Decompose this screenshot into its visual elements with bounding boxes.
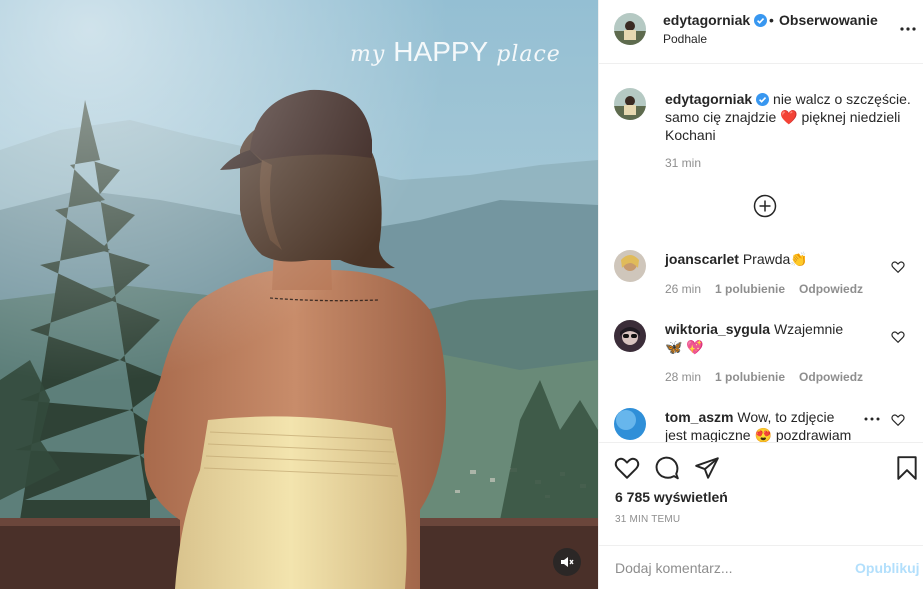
post-details-panel: edytagorniak • Obserwowanie Podhale edyt… xyxy=(598,0,923,589)
comment-time[interactable]: 26 min xyxy=(665,282,701,296)
author-username-text[interactable]: edytagorniak xyxy=(663,12,750,28)
bookmark-icon[interactable] xyxy=(894,455,920,481)
comment-text: wiktoria_sygula Wzajemnie 🦋 💖 xyxy=(665,320,855,356)
post-timestamp[interactable]: 31 MIN TEMU xyxy=(615,514,680,525)
comment-meta: 26 min 1 polubienie Odpowiedz xyxy=(665,282,863,296)
comment-body: Prawda xyxy=(742,251,791,267)
heart-icon[interactable] xyxy=(891,413,905,427)
commenter-avatar[interactable] xyxy=(614,250,646,282)
comment-composer: Opublikuj xyxy=(599,545,923,589)
comment-icon[interactable] xyxy=(654,455,680,481)
commenter-avatar[interactable] xyxy=(614,320,646,352)
views-count[interactable]: 6 785 wyświetleń xyxy=(615,489,728,505)
caption-text: edytagorniak nie walcz o szczęście. samo… xyxy=(665,90,915,144)
comments-list[interactable]: edytagorniak nie walcz o szczęście. samo… xyxy=(599,64,923,442)
publish-button[interactable]: Opublikuj xyxy=(855,560,920,576)
comment-input[interactable] xyxy=(615,558,845,578)
heart-icon[interactable] xyxy=(614,455,640,481)
follow-separator: • xyxy=(769,12,774,28)
post-header: edytagorniak • Obserwowanie Podhale xyxy=(599,0,923,64)
comment-options-icon[interactable] xyxy=(864,416,880,422)
author-username[interactable]: edytagorniak xyxy=(663,12,768,28)
post-media[interactable]: my HAPPY place xyxy=(0,0,598,589)
comment-likes[interactable]: 1 polubienie xyxy=(715,282,785,296)
comment-username[interactable]: joanscarlet xyxy=(665,251,739,267)
post-actions: 6 785 wyświetleń 31 MIN TEMU Opublikuj xyxy=(599,442,923,589)
heart-icon[interactable] xyxy=(891,330,905,344)
sparkling-heart-emoji: 💖 xyxy=(686,339,704,355)
butterfly-emoji: 🦋 xyxy=(665,339,683,355)
verified-badge-icon xyxy=(754,14,768,27)
comment-meta: 28 min 1 polubienie Odpowiedz xyxy=(665,370,863,384)
overlay-main: HAPPY xyxy=(393,36,489,67)
commenter-avatar[interactable] xyxy=(614,408,646,440)
heart-emoji: ❤️ xyxy=(780,109,798,125)
heart-icon[interactable] xyxy=(891,260,905,274)
clapping-emoji: 👏 xyxy=(790,251,808,267)
overlay-prefix: my xyxy=(350,42,386,67)
following-button[interactable]: Obserwowanie xyxy=(779,12,878,28)
caption-timestamp[interactable]: 31 min xyxy=(665,156,701,170)
reply-button[interactable]: Odpowiedz xyxy=(799,282,863,296)
post-location[interactable]: Podhale xyxy=(663,32,707,46)
post-photo xyxy=(0,0,598,589)
more-options-icon[interactable] xyxy=(899,20,917,38)
comment-username[interactable]: wiktoria_sygula xyxy=(665,321,770,337)
paper-plane-icon[interactable] xyxy=(694,455,720,481)
overlay-suffix: place xyxy=(496,42,561,67)
comment-text: tom_aszm Wow, to zdjęcie jest magiczne 😍… xyxy=(665,408,855,442)
heart-eyes-emoji: 😍 xyxy=(754,427,772,442)
mute-button[interactable] xyxy=(553,548,581,576)
verified-badge-icon xyxy=(756,93,770,106)
speaker-muted-icon xyxy=(561,557,574,567)
author-avatar[interactable] xyxy=(614,13,646,45)
reply-button[interactable]: Odpowiedz xyxy=(799,370,863,384)
comment-likes[interactable]: 1 polubienie xyxy=(715,370,785,384)
comment-time[interactable]: 28 min xyxy=(665,370,701,384)
media-text-overlay: my HAPPY place xyxy=(350,36,561,68)
comment-text: joanscarlet Prawda👏 xyxy=(665,250,855,268)
caption-author-avatar[interactable] xyxy=(614,88,646,120)
caption-username[interactable]: edytagorniak xyxy=(665,91,752,107)
comment-username[interactable]: tom_aszm xyxy=(665,409,733,425)
comment-body: Wzajemnie xyxy=(773,321,844,337)
plus-circle-icon[interactable] xyxy=(753,194,777,218)
